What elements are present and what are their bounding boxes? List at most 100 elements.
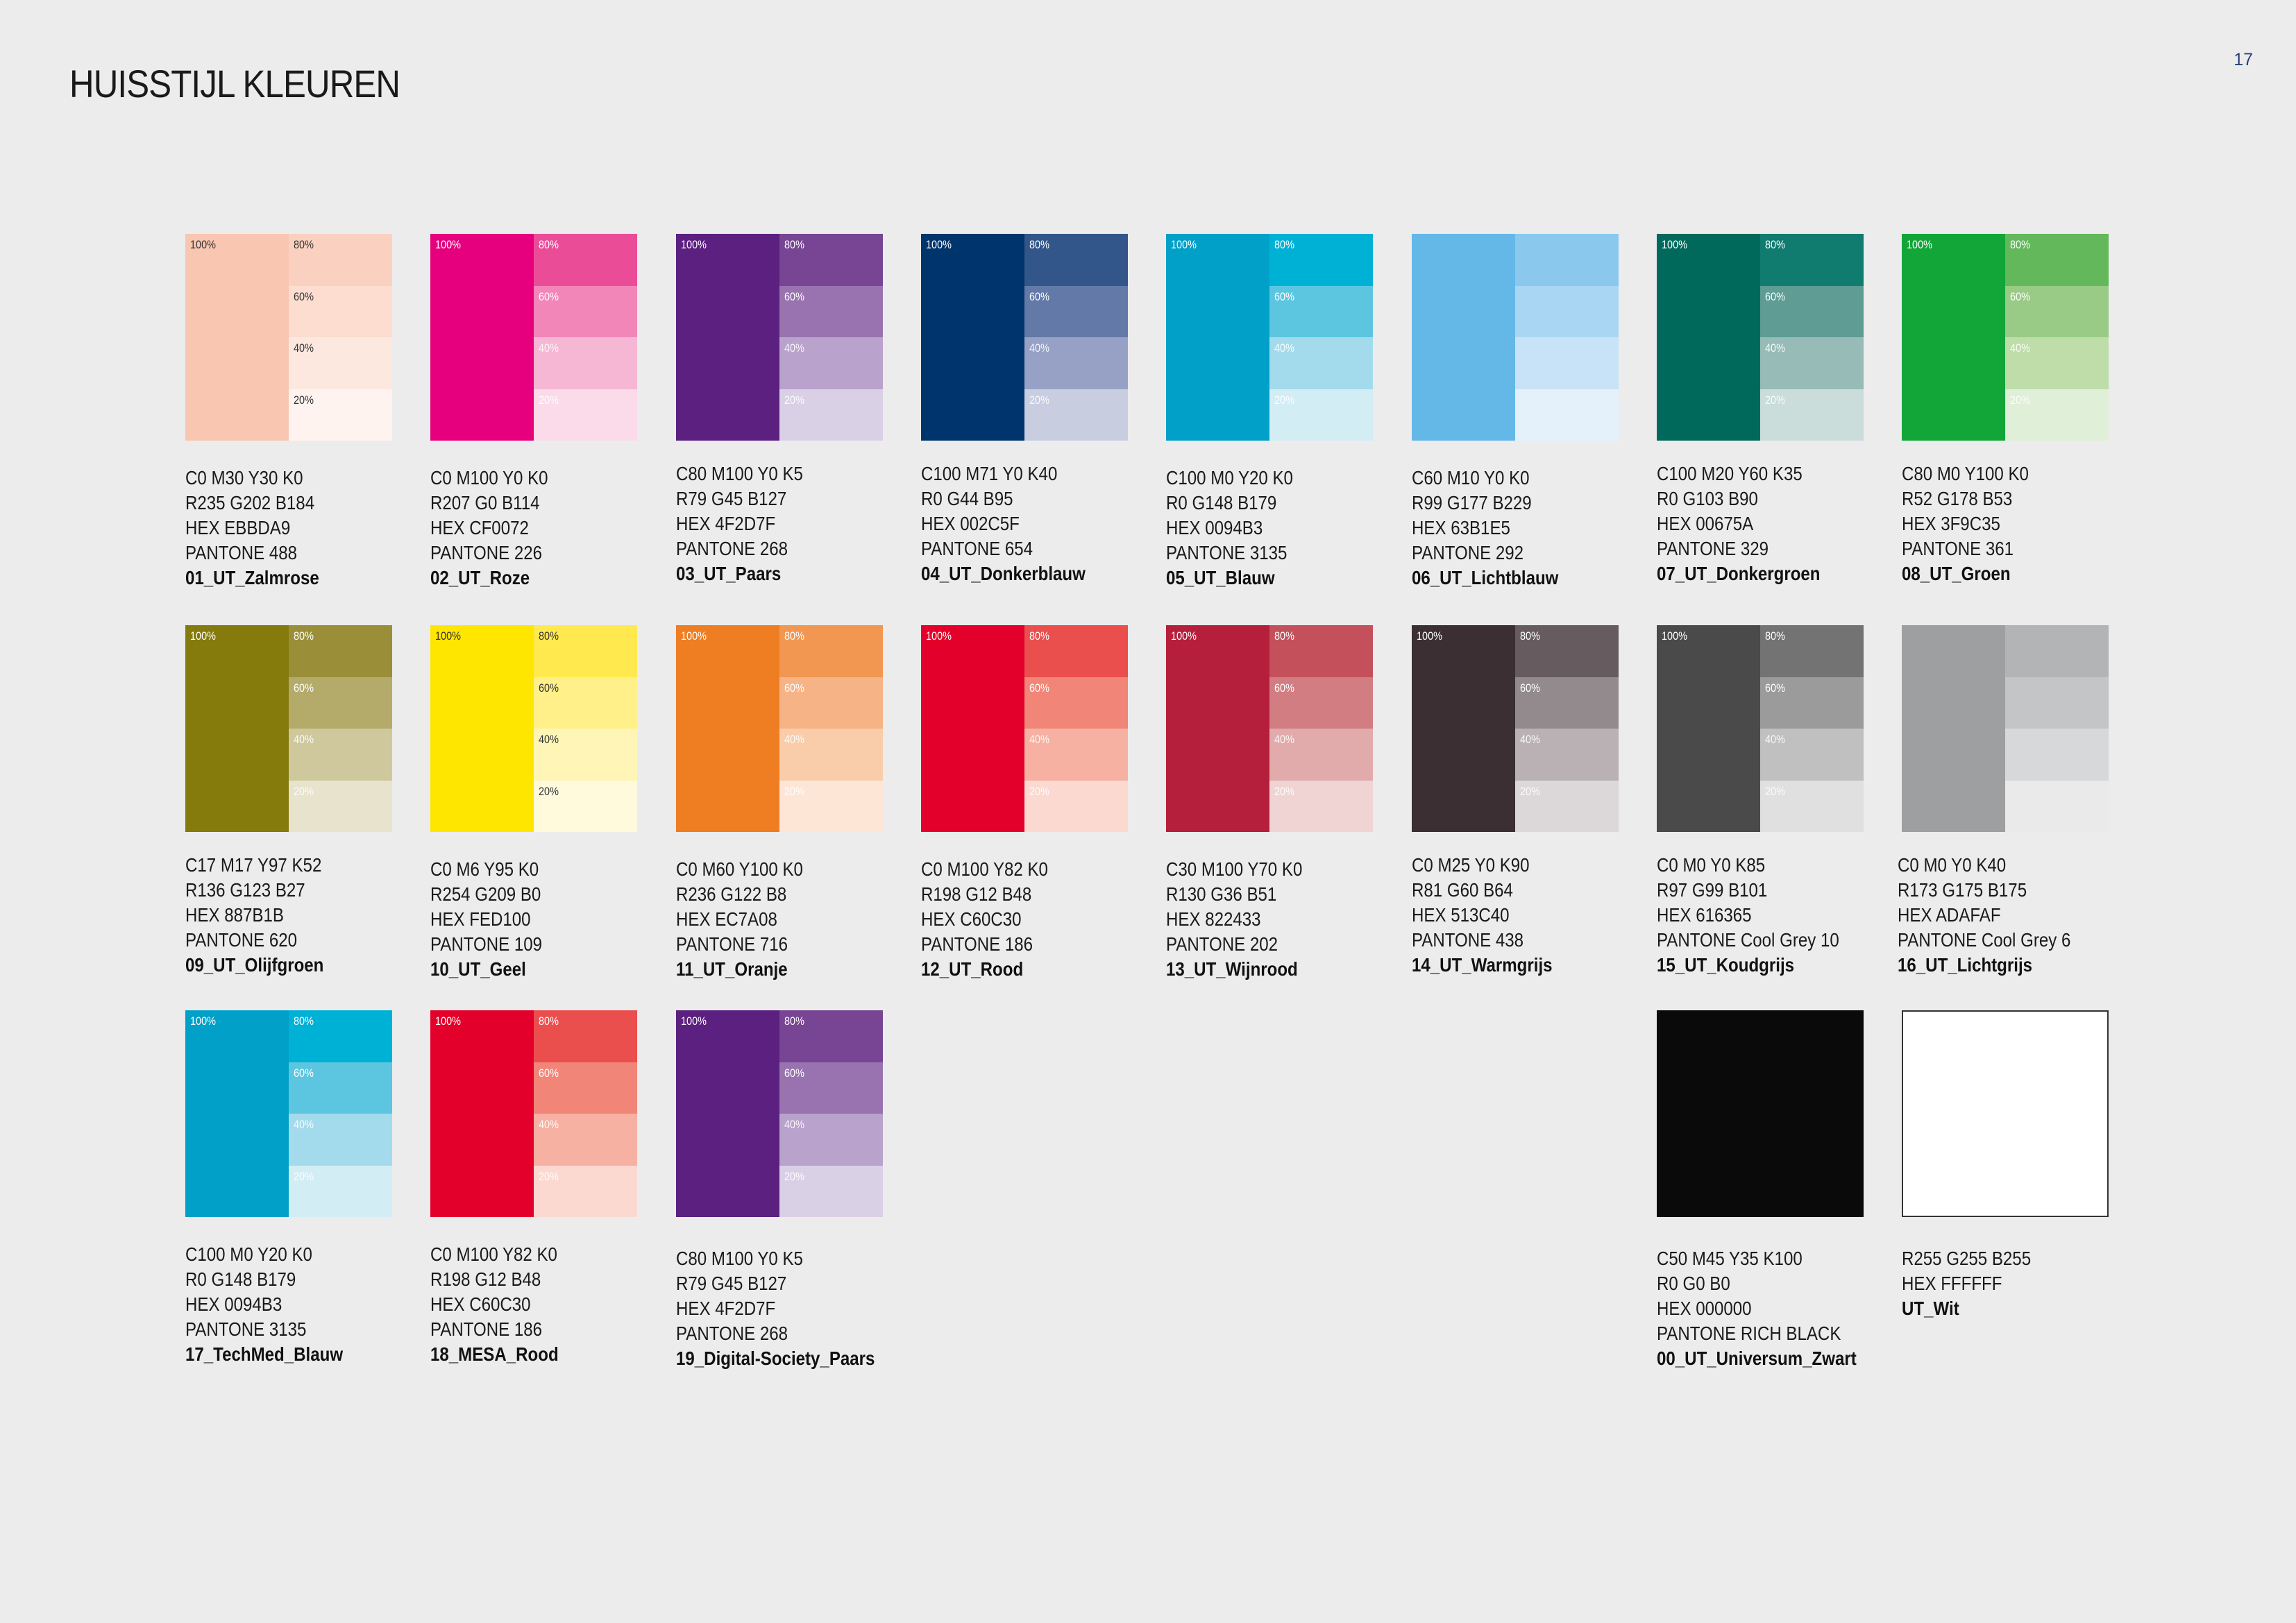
color-card-lichtgrijs: C0 M0 Y0 K40 R173 G175 B175 HEX ADAFAF P… [1898, 625, 2110, 976]
hex-value: HEX 4F2D7F [676, 513, 776, 534]
swatch-40: 40% [534, 1114, 637, 1166]
pantone-value: PANTONE Cool Grey 10 [1657, 929, 1839, 951]
color-card-zalmrose: 100% 80% 60% 40% 20% C0 M30 Y30 K0 R235 … [185, 234, 394, 588]
swatch-20 [2005, 780, 2109, 832]
color-card-olijfgroen: 100% 80% 60% 40% 20% C17 M17 Y97 K52 R13… [185, 625, 394, 976]
tint-label: 100% [926, 238, 952, 251]
tint-label: 100% [435, 1014, 461, 1028]
swatch-20: 20% [289, 389, 392, 441]
tint-label: 60% [1274, 681, 1294, 695]
swatch-80: 80% [2005, 234, 2109, 286]
swatch-40: 40% [1269, 729, 1373, 781]
hex-value: HEX FED100 [430, 908, 531, 930]
color-specs: C0 M25 Y0 K90 R81 G60 B64 HEX 513C40 PAN… [1412, 853, 1651, 978]
swatch-60: 60% [1760, 285, 1864, 337]
rgb-value: R0 G103 B90 [1657, 488, 1758, 509]
hex-value: HEX 63B1E5 [1412, 517, 1510, 538]
cmyk-value: C100 M0 Y20 K0 [185, 1243, 312, 1265]
color-specs: C80 M100 Y0 K5 R79 G45 B127 HEX 4F2D7F P… [676, 461, 915, 586]
tint-label: 40% [784, 733, 804, 746]
swatch-20: 20% [289, 780, 392, 832]
tint-label: 100% [1662, 629, 1687, 643]
tint-label: 20% [1765, 393, 1785, 407]
tint-label: 100% [1907, 238, 1932, 251]
color-specs: C0 M0 Y0 K85 R97 G99 B101 HEX 616365 PAN… [1657, 853, 1896, 978]
rgb-value: R198 G12 B48 [921, 883, 1032, 905]
tint-label: 60% [294, 681, 314, 695]
swatch-100: 100% [185, 1010, 289, 1217]
swatch-20 [1515, 389, 1619, 441]
pantone-value: PANTONE 438 [1412, 929, 1524, 951]
tint-label: 20% [539, 393, 559, 407]
tint-label: 60% [294, 289, 314, 303]
color-card-roze: 100% 80% 60% 40% 20% C0 M100 Y0 K0 R207 … [430, 234, 639, 588]
tint-label: 100% [1662, 238, 1687, 251]
swatch-40: 40% [1024, 729, 1128, 781]
swatch-40 [1515, 337, 1619, 389]
color-card-paars: 100% 80% 60% 40% 20% C80 M100 Y0 K5 R79 … [676, 234, 884, 584]
pantone-value: PANTONE 3135 [1166, 542, 1288, 563]
swatch-100: 100% [430, 1010, 534, 1217]
pantone-value: PANTONE 361 [1902, 538, 2014, 559]
tint-label: 40% [1765, 341, 1785, 355]
swatch-60: 60% [2005, 285, 2109, 337]
swatch-80: 80% [289, 625, 392, 677]
swatch-100: 100% [676, 1010, 779, 1217]
swatch-80: 80% [1760, 625, 1864, 677]
rgb-value: R99 G177 B229 [1412, 492, 1532, 513]
color-specs: C80 M100 Y0 K5 R79 G45 B127 HEX 4F2D7F P… [676, 1246, 915, 1371]
swatch-40: 40% [289, 337, 392, 389]
rgb-value: R79 G45 B127 [676, 1273, 787, 1294]
swatch-100: 100% [1166, 234, 1269, 441]
color-specs: C0 M30 Y30 K0 R235 G202 B184 HEX EBBDA9 … [185, 466, 424, 590]
pantone-value: PANTONE 186 [921, 933, 1033, 955]
swatch-60: 60% [1024, 285, 1128, 337]
swatch-40: 40% [1024, 337, 1128, 389]
color-name: 14_UT_Warmgrijs [1412, 954, 1553, 976]
tint-label: 40% [294, 733, 314, 746]
swatch-20: 20% [534, 780, 637, 832]
tint-label: 60% [2010, 289, 2030, 303]
tint-label: 60% [784, 289, 804, 303]
tint-label: 100% [1171, 629, 1197, 643]
swatch-100: 100% [676, 234, 779, 441]
tint-label: 40% [1765, 733, 1785, 746]
hex-value: HEX C60C30 [430, 1293, 531, 1315]
swatch-80: 80% [534, 625, 637, 677]
tint-label: 100% [1417, 629, 1442, 643]
swatch-80 [1515, 234, 1619, 286]
swatch-20: 20% [1269, 780, 1373, 832]
pantone-value: PANTONE 3135 [185, 1318, 307, 1340]
rgb-value: R173 G175 B175 [1898, 879, 2027, 901]
color-swatch: 100% 80% 60% 40% 20% [185, 234, 392, 441]
cmyk-value: C0 M0 Y0 K85 [1657, 854, 1766, 876]
hex-value: HEX 000000 [1657, 1298, 1752, 1319]
color-swatch: 100% 80% 60% 40% 20% [430, 234, 637, 441]
rgb-value: R0 G0 B0 [1657, 1273, 1730, 1294]
tint-label: 20% [784, 1169, 804, 1183]
swatch-60: 60% [779, 677, 883, 729]
tint-label: 40% [1029, 733, 1049, 746]
swatch-80: 80% [1515, 625, 1619, 677]
swatch-100: 100% [1412, 625, 1515, 832]
tint-label: 40% [784, 1118, 804, 1131]
tint-label: 80% [294, 1014, 314, 1028]
rgb-value: R235 G202 B184 [185, 492, 315, 513]
rgb-value: R0 G148 B179 [1166, 492, 1277, 513]
tint-label: 40% [539, 341, 559, 355]
tint-label: 20% [784, 393, 804, 407]
swatch-100: 100% [1902, 234, 2005, 441]
swatch-100: 100% [430, 625, 534, 832]
swatch-60: 60% [534, 1062, 637, 1114]
color-name: 02_UT_Roze [430, 567, 530, 588]
hex-value: HEX 887B1B [185, 904, 284, 926]
color-specs: C17 M17 Y97 K52 R136 G123 B27 HEX 887B1B… [185, 853, 424, 978]
pantone-value: PANTONE 268 [676, 538, 788, 559]
color-name: 10_UT_Geel [430, 958, 526, 980]
hex-value: HEX 3F9C35 [1902, 513, 2000, 534]
swatch-40: 40% [1269, 337, 1373, 389]
tint-label: 60% [1274, 289, 1294, 303]
color-swatch: 100% 80% 60% 40% 20% [430, 1010, 637, 1217]
cmyk-value: C30 M100 Y70 K0 [1166, 858, 1303, 880]
swatch-40: 40% [1760, 337, 1864, 389]
